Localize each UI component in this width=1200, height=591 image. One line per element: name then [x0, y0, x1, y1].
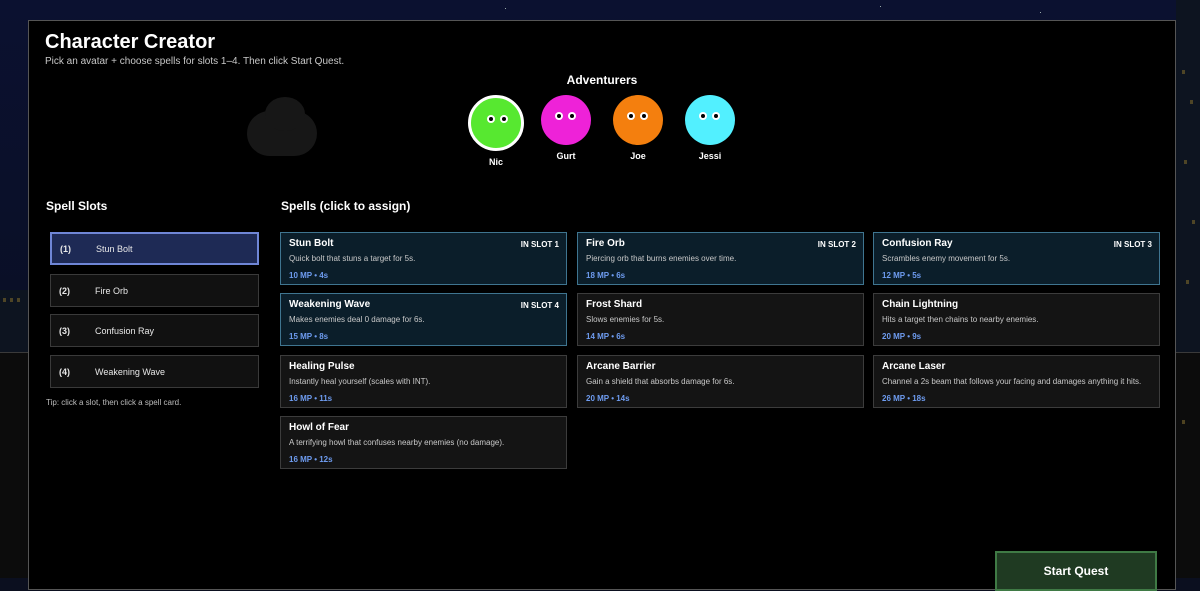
adventurers-heading: Adventurers	[566, 73, 638, 87]
spell-card-arcane-barrier[interactable]: Arcane Barrier Gain a shield that absorb…	[577, 355, 864, 408]
slot-badge: IN SLOT 4	[520, 301, 559, 310]
slot-badge: IN SLOT 3	[1113, 240, 1152, 249]
star	[1040, 12, 1041, 13]
spell-description: Hits a target then chains to nearby enem…	[882, 315, 1039, 324]
spell-stats: 12 MP • 5s	[882, 271, 922, 280]
spell-description: Makes enemies deal 0 damage for 6s.	[289, 315, 425, 324]
slot-badge: IN SLOT 2	[817, 240, 856, 249]
spell-name: Howl of Fear	[289, 422, 350, 433]
spell-card-chain-lightning[interactable]: Chain Lightning Hits a target then chain…	[873, 293, 1160, 346]
star	[880, 6, 881, 7]
eye-icon	[568, 112, 576, 120]
spell-card-healing-pulse[interactable]: Healing Pulse Instantly heal yourself (s…	[280, 355, 567, 408]
avatar-name: Nic	[488, 157, 503, 167]
spell-stats: 14 MP • 6s	[586, 332, 626, 341]
spell-description: Slows enemies for 5s.	[586, 315, 665, 324]
slot-spell-name: Weakening Wave	[95, 366, 166, 377]
spell-stats: 26 MP • 18s	[882, 394, 926, 403]
avatar-name: Jessi	[698, 151, 722, 161]
slot-number: (1)	[60, 243, 71, 254]
spell-slot-4[interactable]: (4) Weakening Wave	[50, 355, 259, 388]
start-quest-button[interactable]: Start Quest	[995, 551, 1157, 591]
avatar-joe[interactable]: Joe	[608, 95, 668, 161]
spell-name: Frost Shard	[586, 299, 643, 310]
spell-description: Piercing orb that burns enemies over tim…	[586, 254, 737, 263]
spell-stats: 10 MP • 4s	[289, 271, 329, 280]
avatar-circle	[685, 95, 735, 145]
spell-name: Chain Lightning	[882, 299, 959, 310]
slot-spell-name: Fire Orb	[95, 285, 129, 296]
eye-icon	[712, 112, 720, 120]
slots-tip: Tip: click a slot, then click a spell ca…	[46, 398, 182, 407]
spell-slot-3[interactable]: (3) Confusion Ray	[50, 314, 259, 347]
spell-description: Gain a shield that absorbs damage for 6s…	[586, 377, 735, 386]
building-window	[1182, 420, 1185, 424]
eye-icon	[487, 115, 495, 123]
cloud-decoration	[247, 97, 317, 156]
page-subtitle: Pick an avatar + choose spells for slots…	[45, 56, 345, 67]
building-window	[1190, 100, 1193, 104]
building-window	[10, 298, 13, 302]
spell-name: Weakening Wave	[289, 299, 371, 310]
spell-card-stun-bolt[interactable]: Stun Bolt IN SLOT 1 Quick bolt that stun…	[280, 232, 567, 285]
avatar-name: Joe	[630, 151, 646, 161]
avatar-circle	[468, 95, 524, 151]
spell-name: Arcane Laser	[882, 361, 946, 372]
spell-description: Quick bolt that stuns a target for 5s.	[289, 254, 416, 263]
building-window	[3, 298, 6, 302]
avatar-gurt[interactable]: Gurt	[536, 95, 596, 161]
avatar-circle	[613, 95, 663, 145]
spell-slots-heading: Spell Slots	[46, 199, 108, 213]
building-window	[1186, 280, 1189, 284]
page-title: Character Creator	[45, 31, 216, 53]
eye-icon	[555, 112, 563, 120]
slot-number: (3)	[59, 325, 70, 336]
spell-stats: 20 MP • 14s	[586, 394, 630, 403]
spell-description: Instantly heal yourself (scales with INT…	[289, 377, 431, 386]
spell-stats: 15 MP • 8s	[289, 332, 329, 341]
spell-stats: 18 MP • 6s	[586, 271, 626, 280]
spell-description: Scrambles enemy movement for 5s.	[882, 254, 1011, 263]
spells-heading: Spells (click to assign)	[281, 199, 411, 213]
spell-card-weakening-wave[interactable]: Weakening Wave IN SLOT 4 Makes enemies d…	[280, 293, 567, 346]
spell-card-fire-orb[interactable]: Fire Orb IN SLOT 2 Piercing orb that bur…	[577, 232, 864, 285]
spell-name: Healing Pulse	[289, 361, 355, 372]
spell-card-howl-of-fear[interactable]: Howl of Fear A terrifying howl that conf…	[280, 416, 567, 469]
avatar-nic[interactable]: Nic	[466, 95, 526, 167]
building-window	[1184, 160, 1187, 164]
avatar-name: Gurt	[556, 151, 576, 161]
eye-icon	[500, 115, 508, 123]
spell-slot-2[interactable]: (2) Fire Orb	[50, 274, 259, 307]
slot-number: (4)	[59, 366, 70, 377]
slot-spell-name: Confusion Ray	[95, 325, 155, 336]
character-creator-panel: Character Creator Pick an avatar + choos…	[28, 20, 1176, 591]
slot-badge: IN SLOT 1	[520, 240, 559, 249]
spell-stats: 16 MP • 11s	[289, 394, 333, 403]
building-window	[1182, 70, 1185, 74]
spell-description: Channel a 2s beam that follows your faci…	[882, 377, 1142, 386]
spell-card-frost-shard[interactable]: Frost Shard Slows enemies for 5s. 14 MP …	[577, 293, 864, 346]
eye-icon	[640, 112, 648, 120]
spell-name: Fire Orb	[586, 238, 625, 249]
eye-icon	[627, 112, 635, 120]
spell-card-confusion-ray[interactable]: Confusion Ray IN SLOT 3 Scrambles enemy …	[873, 232, 1160, 285]
slot-number: (2)	[59, 285, 70, 296]
eye-icon	[699, 112, 707, 120]
avatar-circle	[541, 95, 591, 145]
avatar-jessi[interactable]: Jessi	[680, 95, 740, 161]
spell-stats: 20 MP • 9s	[882, 332, 922, 341]
spell-name: Stun Bolt	[289, 238, 334, 249]
building-window	[1192, 220, 1195, 224]
building-silhouette-right	[1176, 0, 1200, 354]
slot-spell-name: Stun Bolt	[96, 243, 133, 254]
star	[505, 8, 506, 9]
spell-card-arcane-laser[interactable]: Arcane Laser Channel a 2s beam that foll…	[873, 355, 1160, 408]
spell-slot-1[interactable]: (1) Stun Bolt	[50, 232, 259, 265]
spell-name: Arcane Barrier	[586, 361, 656, 372]
spell-name: Confusion Ray	[882, 238, 953, 249]
spell-stats: 16 MP • 12s	[289, 455, 333, 464]
building-window	[17, 298, 20, 302]
spell-description: A terrifying howl that confuses nearby e…	[289, 438, 505, 447]
